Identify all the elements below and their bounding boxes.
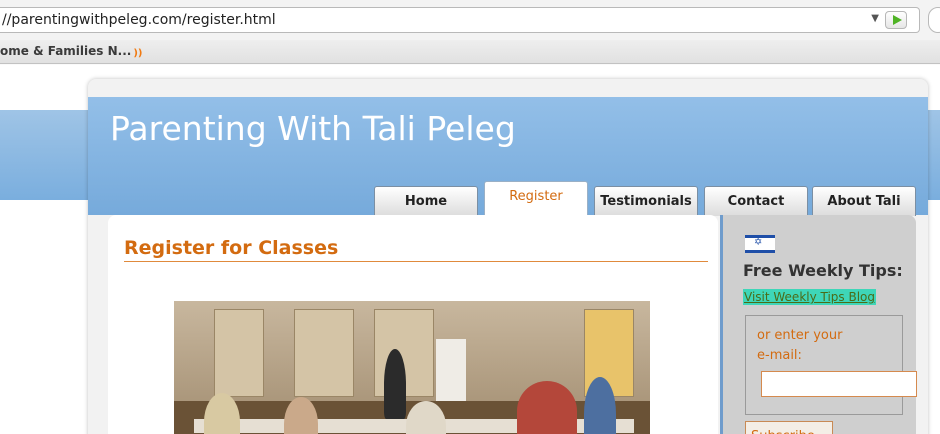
tab-testimonials[interactable]: Testimonials	[594, 186, 698, 216]
email-field[interactable]	[761, 371, 917, 397]
bookmarks-bar: ome & Families N...))	[0, 40, 940, 64]
photo-panel	[294, 309, 354, 397]
tab-contact[interactable]: Contact	[704, 186, 808, 216]
main-content: Register for Classes	[108, 215, 718, 434]
browser-toolbar: //parentingwithpeleg.com/register.html ▼	[0, 0, 940, 40]
photo-person	[384, 349, 406, 419]
address-bar-url: //parentingwithpeleg.com/register.html	[2, 12, 276, 28]
bookmark-label: ome & Families N...	[0, 44, 132, 58]
class-photo	[174, 301, 650, 434]
dropdown-arrow-icon[interactable]: ▼	[871, 13, 879, 24]
israel-flag-icon	[745, 235, 775, 253]
email-signup-box: or enter your e-mail:	[745, 315, 917, 415]
tab-about-tali[interactable]: About Tali	[812, 186, 916, 216]
subscribe-button[interactable]: Subscribe	[745, 421, 833, 434]
address-bar[interactable]: //parentingwithpeleg.com/register.html ▼	[0, 7, 920, 33]
tab-home[interactable]: Home	[374, 186, 478, 216]
photo-person	[517, 381, 577, 434]
search-field-edge[interactable]	[928, 7, 940, 33]
photo-flipchart	[436, 339, 466, 403]
sidebar: Free Weekly Tips: Visit Weekly Tips Blog…	[720, 215, 917, 434]
tips-heading: Free Weekly Tips:	[743, 261, 903, 280]
bookmark-item[interactable]: ome & Families N...))	[0, 44, 143, 59]
rss-icon: ))	[133, 48, 143, 59]
photo-panel	[214, 309, 264, 397]
site-header: Parenting With Tali Peleg Home Register …	[88, 97, 928, 216]
email-label: or enter your e-mail:	[757, 328, 843, 363]
site-container: Parenting With Tali Peleg Home Register …	[88, 79, 928, 434]
page-title: Register for Classes	[124, 237, 708, 262]
weekly-tips-link[interactable]: Visit Weekly Tips Blog	[743, 289, 877, 305]
tab-register[interactable]: Register	[484, 181, 588, 216]
site-title: Parenting With Tali Peleg	[110, 109, 516, 148]
go-arrow-icon[interactable]	[885, 11, 907, 29]
